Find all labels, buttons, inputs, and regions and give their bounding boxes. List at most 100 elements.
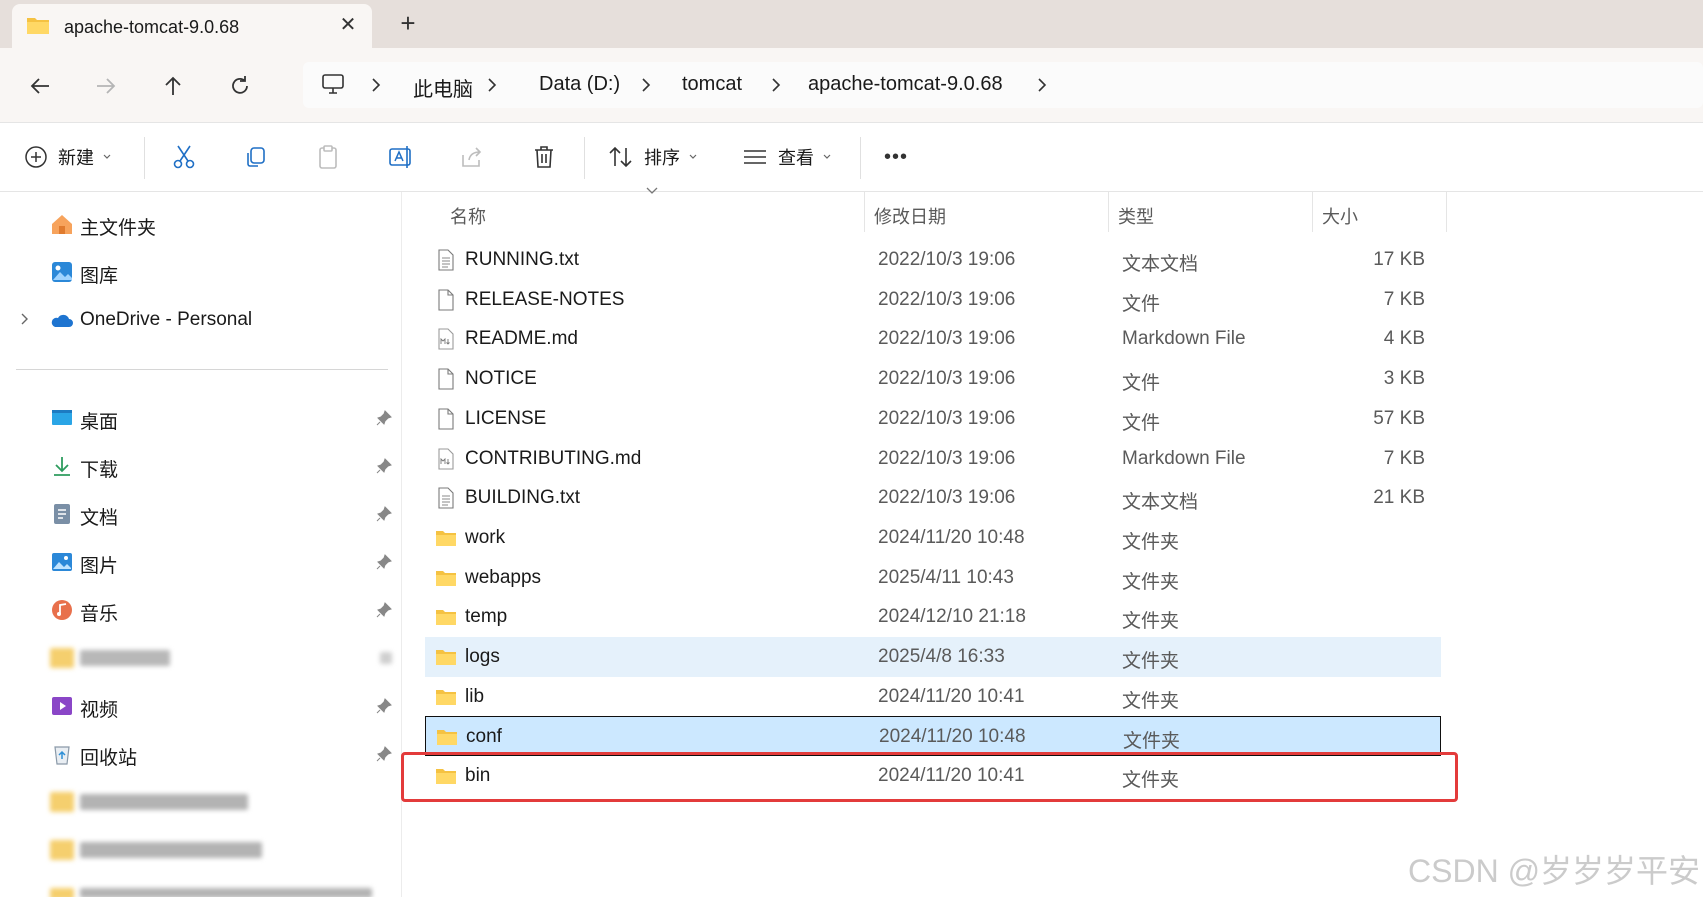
file-row[interactable]: BUILDING.txt 2022/10/3 19:06 文本文档 21 KB [425,478,1441,518]
chevron-right-icon[interactable] [18,312,32,326]
sidebar-label-gallery: 图库 [80,266,119,287]
sidebar-item-desktop[interactable]: 桌面 [0,400,400,436]
breadcrumb-tomcat[interactable]: tomcat [682,73,742,96]
pin-icon[interactable] [376,746,392,762]
arrow-left-icon [30,78,49,94]
chevron-down-icon [689,154,697,159]
sort-label: 排序 [644,148,680,168]
folder-icon [50,888,74,897]
tab-close-button[interactable]: ✕ [336,13,360,37]
file-size: 7 KB [1383,288,1425,310]
file-name: BUILDING.txt [465,487,581,509]
sidebar-item-videos[interactable]: 视频 [0,688,400,724]
sidebar-label-onedrive: OneDrive - Personal [80,309,253,330]
new-button[interactable]: 新建 [24,139,112,175]
paste-icon [319,145,337,169]
file-row[interactable]: work 2024/11/20 10:48 文件夹 [425,518,1441,558]
list-view-icon [744,150,766,164]
column-separator[interactable] [1446,192,1447,232]
view-button[interactable]: 查看 [742,139,832,175]
folder-icon [435,567,457,589]
sidebar-item-downloads[interactable]: 下载 [0,448,400,484]
file-size: 17 KB [1373,249,1425,270]
share-icon [462,147,482,167]
tab-active[interactable]: apache-tomcat-9.0.68 ✕ [12,4,372,48]
sidebar-item-redacted[interactable] [0,832,400,868]
file-date: 2024/11/20 10:48 [879,726,1026,748]
file-size: 7 KB [1383,447,1425,469]
chevron-right-icon [772,78,781,92]
file-row[interactable]: LICENSE 2022/10/3 19:06 文件 57 KB [425,399,1441,439]
file-row[interactable]: conf 2024/11/20 10:48 文件夹 [425,716,1441,757]
onedrive-icon [51,314,73,327]
file-icon [435,368,457,390]
redacted-label [80,842,262,858]
file-row[interactable]: temp 2024/12/10 21:18 文件夹 [425,597,1441,637]
command-bar: 新建 排序 查看 ••• [0,122,1703,192]
file-date: 2022/10/3 19:06 [878,368,1016,390]
file-row[interactable]: lib 2024/11/20 10:41 文件夹 [425,677,1441,717]
chevron-down-icon[interactable] [645,186,659,196]
column-header-size[interactable]: 大小 [1322,192,1358,232]
file-date: 2025/4/11 10:43 [878,566,1014,588]
sidebar-item-redacted[interactable] [0,640,400,676]
redacted-label [80,888,372,897]
breadcrumb-this-pc[interactable]: 此电脑 [413,73,473,102]
sidebar-item-redacted[interactable] [0,784,400,820]
sidebar-item-music[interactable]: 音乐 [0,592,400,628]
file-row[interactable]: NOTICE 2022/10/3 19:06 文件 3 KB [425,359,1441,399]
column-separator[interactable] [1108,192,1109,232]
column-header-date[interactable]: 修改日期 [874,192,946,232]
file-date: 2022/10/3 19:06 [878,288,1016,310]
sidebar-item-onedrive[interactable]: OneDrive - Personal [0,302,400,338]
forward-button[interactable] [88,68,124,104]
new-tab-button[interactable]: + [394,10,422,38]
sidebar-item-redacted[interactable] [0,880,400,897]
address-bar[interactable]: 此电脑 Data (D:) tomcat apache-tomcat-9.0.6… [303,62,1703,108]
file-row[interactable]: RUNNING.txt 2022/10/3 19:06 文本文档 17 KB [425,240,1441,280]
text-file-icon [435,487,457,509]
file-type: 文件夹 [1122,611,1180,633]
pin-icon[interactable] [376,506,392,522]
sort-button[interactable]: 排序 [608,139,698,175]
sidebar-item-pictures[interactable]: 图片 [0,544,400,580]
up-button[interactable] [155,68,191,104]
pin-icon[interactable] [376,554,392,570]
refresh-button[interactable] [222,68,258,104]
pin-icon[interactable] [376,410,392,426]
file-row[interactable]: logs 2025/4/8 16:33 文件夹 [425,637,1441,677]
file-date: 2022/10/3 19:06 [878,407,1016,429]
breadcrumb-apache-tomcat[interactable]: apache-tomcat-9.0.68 [808,73,1003,96]
column-header-name[interactable]: 名称 [450,192,486,232]
paste-button[interactable] [316,139,340,175]
file-size: 4 KB [1383,328,1425,350]
chevron-right-icon [642,78,651,92]
sidebar-item-documents[interactable]: 文档 [0,496,400,532]
sidebar-item-recycle-bin[interactable]: 回收站 [0,736,400,772]
column-separator[interactable] [864,192,865,232]
file-row[interactable]: RELEASE-NOTES 2022/10/3 19:06 文件 7 KB [425,280,1441,320]
file-row[interactable]: webapps 2025/4/11 10:43 文件夹 [425,558,1441,598]
file-row[interactable]: README.md 2022/10/3 19:06 Markdown File 4 K… [425,319,1441,359]
desktop-icon [52,410,72,425]
sidebar-item-gallery[interactable]: 图库 [0,254,400,290]
sidebar-divider [16,369,388,370]
file-size: 57 KB [1373,407,1425,429]
sidebar-item-home[interactable]: 主文件夹 [0,206,400,242]
pin-icon[interactable] [376,602,392,618]
more-options-button[interactable]: ••• [884,139,908,175]
copy-button[interactable] [244,139,268,175]
rename-button[interactable] [388,139,414,175]
breadcrumb-drive-d[interactable]: Data (D:) [539,73,620,96]
column-header-type[interactable]: 类型 [1118,192,1154,232]
delete-button[interactable] [532,139,556,175]
file-row[interactable]: CONTRIBUTING.md 2022/10/3 19:06 Markdown F… [425,439,1441,479]
cut-button[interactable] [172,139,196,175]
file-date: 2024/11/20 10:48 [878,526,1025,548]
column-separator[interactable] [1312,192,1313,232]
pin-icon[interactable] [376,698,392,714]
divider [860,137,861,179]
back-button[interactable] [22,68,58,104]
share-button[interactable] [460,139,484,175]
pin-icon[interactable] [376,458,392,474]
